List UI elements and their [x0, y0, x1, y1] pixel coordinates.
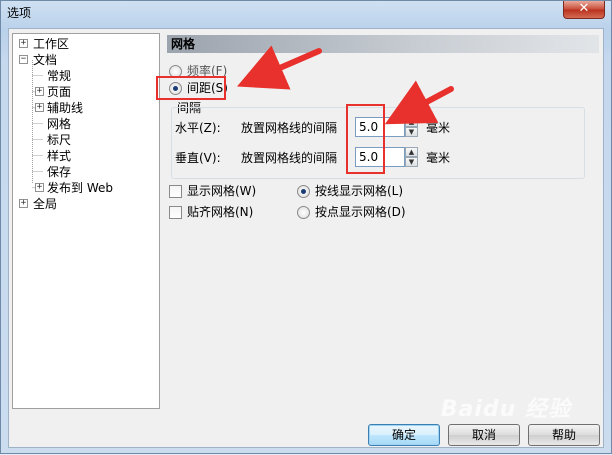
expand-icon[interactable]: + [35, 87, 44, 96]
vertical-label: 垂直(V): [175, 151, 221, 165]
tree-item-label: 保存 [47, 165, 72, 179]
tree-item-label: 标尺 [47, 133, 72, 147]
snap-grid-checkbox[interactable] [169, 206, 182, 219]
tree-item-label: 页面 [47, 85, 72, 99]
show-grid-label: 显示网格(W) [187, 184, 257, 198]
close-button[interactable]: ✕ [563, 1, 605, 19]
tree-item-label: 网格 [47, 117, 72, 131]
tree-item-rulers[interactable]: 标尺 [47, 132, 71, 148]
show-as-dots-label: 按点显示网格(D) [315, 205, 406, 219]
spin-up-icon[interactable]: ▲ [405, 117, 418, 127]
horizontal-unit: 毫米 [426, 121, 451, 135]
annotation-box-values [346, 104, 385, 174]
tree-item-label: 常规 [47, 69, 72, 83]
show-grid-checkbox[interactable] [169, 185, 182, 198]
tree-item-general[interactable]: 常规 [47, 68, 71, 84]
watermark: Baidu 经验 [440, 397, 571, 422]
section-header: 网格 [167, 35, 599, 53]
show-as-lines-label: 按线显示网格(L) [315, 184, 404, 198]
help-button[interactable]: 帮助 [528, 424, 600, 446]
tree-item-label: 文档 [33, 53, 58, 67]
annotation-box-spacing [156, 76, 226, 100]
vertical-spinner[interactable]: ▲ ▼ [405, 147, 418, 167]
tree-item-label: 样式 [47, 149, 72, 163]
title-bar[interactable]: 选项 ✕ [1, 1, 611, 23]
show-as-dots-radio[interactable] [297, 206, 310, 219]
snap-grid-label: 贴齐网格(N) [187, 205, 254, 219]
horizontal-spinner[interactable]: ▲ ▼ [405, 117, 418, 137]
tree-item-label: 工作区 [33, 37, 70, 51]
horizontal-description: 放置网格线的间隔 [241, 121, 338, 135]
cancel-button[interactable]: 取消 [448, 424, 520, 446]
ok-button[interactable]: 确定 [368, 424, 440, 446]
tree-item-styles[interactable]: 样式 [47, 148, 71, 164]
show-as-lines-radio[interactable] [297, 185, 310, 198]
tree-item-save[interactable]: 保存 [47, 164, 71, 180]
grid-settings-panel: 网格 频率(F) 间距(S) 间隔 水平(Z): 放置网格线的间隔 5.0 ▲ … [165, 33, 599, 409]
spin-down-icon[interactable]: ▼ [405, 127, 418, 137]
expand-icon[interactable]: + [35, 103, 44, 112]
tree-item-label: 辅助线 [47, 101, 84, 115]
window-title: 选项 [7, 6, 32, 20]
spin-up-icon[interactable]: ▲ [405, 147, 418, 157]
spin-down-icon[interactable]: ▼ [405, 157, 418, 167]
tree-item-grid[interactable]: 网格 [47, 116, 71, 132]
dialog-client: + 工作区 − 文档 常规 + 页面 + 辅助线 网格 标尺 样式 保存 + 发… [8, 28, 604, 448]
expand-icon[interactable]: + [35, 183, 44, 192]
vertical-description: 放置网格线的间隔 [241, 151, 338, 165]
expand-icon[interactable]: + [19, 199, 28, 208]
collapse-icon[interactable]: − [19, 55, 28, 64]
vertical-unit: 毫米 [426, 151, 451, 165]
tree-item-label: 全局 [33, 197, 58, 211]
expand-icon[interactable]: + [19, 39, 28, 48]
horizontal-label: 水平(Z): [175, 121, 221, 135]
tree-item-label: 发布到 Web [47, 181, 113, 195]
options-window: 选项 ✕ + 工作区 − 文档 常规 + 页面 + 辅助线 网格 标尺 样式 保… [0, 0, 612, 454]
category-tree: + 工作区 − 文档 常规 + 页面 + 辅助线 网格 标尺 样式 保存 + 发… [12, 33, 160, 409]
